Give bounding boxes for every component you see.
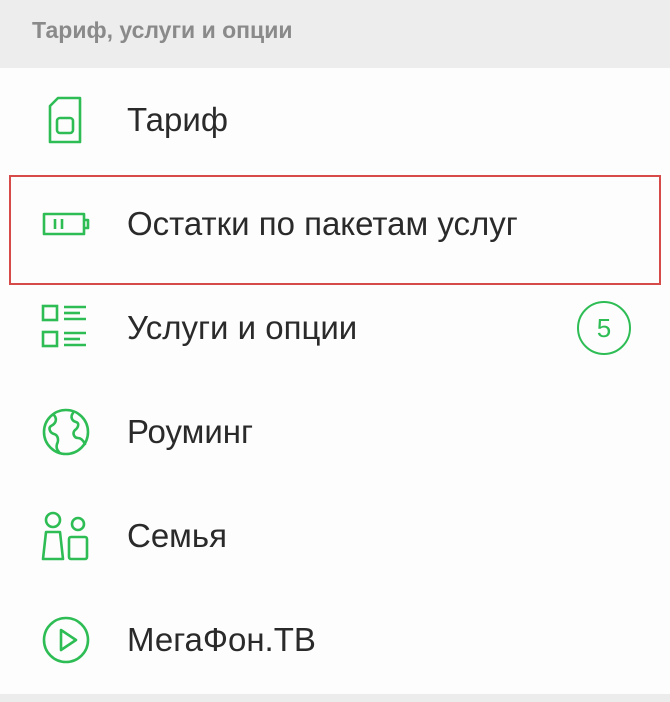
battery-icon [40, 198, 92, 250]
menu-item-label: Семья [127, 517, 227, 554]
menu-item-services[interactable]: Услуги и опции 5 [0, 276, 670, 380]
sim-card-icon [40, 94, 92, 146]
menu-item-roaming[interactable]: Роуминг [0, 380, 670, 484]
section-title: Тариф, услуги и опции [32, 16, 293, 43]
family-icon [40, 510, 92, 562]
menu-list: Тариф Остатки по пакетам услуг Услуги и … [0, 68, 670, 692]
menu-item-megafon-tv[interactable]: МегаФон.ТВ [0, 588, 670, 692]
globe-icon [40, 406, 92, 458]
section-header: Тариф, услуги и опции [0, 0, 670, 68]
bottom-divider [0, 694, 670, 702]
services-count-badge: 5 [577, 301, 631, 355]
menu-item-balances[interactable]: Остатки по пакетам услуг [0, 172, 670, 285]
menu-item-label: МегаФон.ТВ [127, 621, 316, 658]
menu-item-label: Тариф [127, 101, 228, 138]
menu-item-family[interactable]: Семья [0, 484, 670, 588]
menu-item-label: Роуминг [127, 413, 254, 450]
play-icon [40, 614, 92, 666]
menu-item-label: Остатки по пакетам услуг [127, 205, 518, 242]
services-list-icon [40, 302, 92, 354]
menu-item-label: Услуги и опции [127, 309, 358, 346]
menu-item-tariff[interactable]: Тариф [0, 68, 670, 172]
